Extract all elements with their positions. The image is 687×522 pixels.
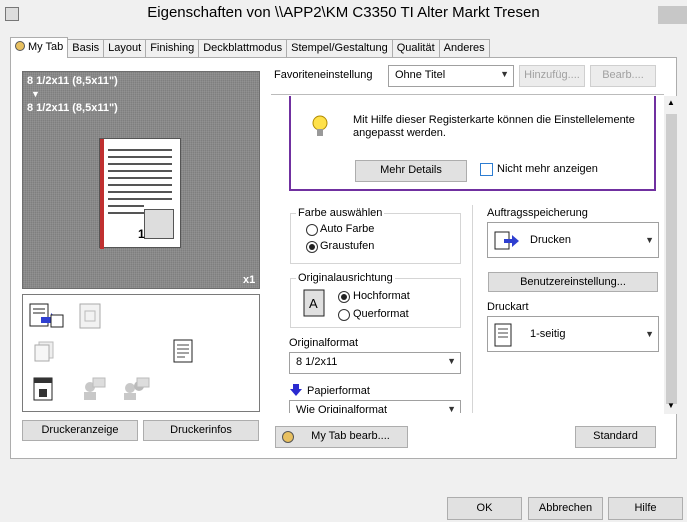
paper-size-line1: 8 1/2x11 (8,5x11") xyxy=(27,75,118,87)
info-box: Mit Hilfe dieser Registerkarte können di… xyxy=(289,96,656,191)
down-arrow-icon xyxy=(290,384,302,396)
page-preview: 8 1/2x11 (8,5x11") ▼ 8 1/2x11 (8,5x11") … xyxy=(22,71,260,289)
lightbulb-icon xyxy=(312,115,328,136)
sheet-margin-marker xyxy=(100,139,104,249)
job-storage-value: Drucken xyxy=(530,234,571,246)
original-format-label: Originalformat xyxy=(289,337,359,349)
svg-text:A: A xyxy=(309,296,318,311)
paper-format-label: Papierformat xyxy=(307,385,370,397)
printer-icons-panel xyxy=(22,294,260,412)
chevron-down-icon: ▼ xyxy=(447,404,456,413)
auto-color-label: Auto Farbe xyxy=(320,223,375,235)
tab-stempel[interactable]: Stempel/Gestaltung xyxy=(286,39,393,58)
user-setting-button[interactable]: Benutzereinstellung... xyxy=(488,272,658,292)
tab-layout[interactable]: Layout xyxy=(103,39,147,58)
window-title: Eigenschaften von \\APP2\KM C3350 TI Alt… xyxy=(147,4,540,21)
edit-favorite-button[interactable]: Bearb.... xyxy=(590,65,656,87)
orientation-group-label: Originalausrichtung xyxy=(296,272,395,284)
more-details-button[interactable]: Mehr Details xyxy=(355,160,467,182)
title-bar: Eigenschaften von \\APP2\KM C3350 TI Alt… xyxy=(0,0,687,30)
stamp-document-icon[interactable] xyxy=(33,377,55,401)
chevron-down-icon: ▼ xyxy=(645,235,654,245)
chevron-down-icon: ▼ xyxy=(645,329,654,339)
print-type-label: Druckart xyxy=(487,301,529,313)
tab-basis[interactable]: Basis xyxy=(67,39,105,58)
grayscale-label: Graustufen xyxy=(320,240,375,252)
user-icon xyxy=(282,431,294,443)
landscape-radio[interactable] xyxy=(338,309,350,321)
portrait-radio[interactable] xyxy=(338,291,350,303)
standard-button[interactable]: Standard xyxy=(575,426,656,448)
document-settings-icon[interactable] xyxy=(173,339,195,363)
tab-anderes[interactable]: Anderes xyxy=(438,39,490,58)
paper-format-select[interactable]: Wie Originalformat ▼ xyxy=(289,400,461,413)
dont-show-label: Nicht mehr anzeigen xyxy=(497,163,598,175)
tab-qualitaet[interactable]: Qualität xyxy=(391,39,440,58)
favorites-select[interactable]: Ohne Titel ▼ xyxy=(388,65,514,87)
vertical-scrollbar[interactable]: ▲ ▼ xyxy=(664,96,679,414)
dont-show-checkbox[interactable] xyxy=(480,163,493,176)
single-sided-icon xyxy=(494,323,512,347)
add-favorite-button[interactable]: Hinzufüg.... xyxy=(519,65,585,87)
tab-strip: My Tab Basis Layout Finishing Deckblattm… xyxy=(10,37,490,58)
color-group-label: Farbe auswählen xyxy=(296,207,385,219)
info-text: Mit Hilfe dieser Registerkarte können di… xyxy=(353,114,635,139)
scroll-up-icon[interactable]: ▲ xyxy=(667,98,675,107)
close-button[interactable] xyxy=(658,6,687,24)
tab-deckblattmodus[interactable]: Deckblattmodus xyxy=(198,39,288,58)
favorites-label: Favoriteneinstellung xyxy=(274,69,373,81)
cancel-button[interactable]: Abbrechen xyxy=(528,497,603,520)
user-icon xyxy=(15,41,25,51)
portrait-label: Hochformat xyxy=(353,290,410,302)
mytab-edit-button[interactable]: My Tab bearb.... xyxy=(275,426,408,448)
print-job-icon xyxy=(494,231,519,250)
portrait-document-icon: A xyxy=(303,289,325,317)
print-type-value: 1-seitig xyxy=(530,328,566,340)
job-storage-label: Auftragsspeicherung xyxy=(487,207,588,219)
grayscale-radio[interactable] xyxy=(306,241,318,253)
auto-color-radio[interactable] xyxy=(306,224,318,236)
page-layout-icon[interactable] xyxy=(79,303,101,329)
help-button[interactable]: Hilfe xyxy=(608,497,683,520)
original-format-select[interactable]: 8 1/2x11 ▼ xyxy=(289,352,461,374)
printer-info-button[interactable]: Druckerinfos xyxy=(143,420,259,441)
color-group xyxy=(290,213,461,264)
page-number: 1 xyxy=(138,227,145,241)
tab-finishing[interactable]: Finishing xyxy=(145,39,200,58)
print-type-select[interactable]: 1-seitig ▼ xyxy=(487,316,659,352)
job-storage-select[interactable]: Drucken ▼ xyxy=(487,222,659,258)
copies-count: x1 xyxy=(243,274,256,286)
paper-format-clip: Wie Originalformat ▼ xyxy=(289,400,461,413)
content-divider xyxy=(271,94,664,95)
chevron-down-icon: ▼ xyxy=(447,356,456,366)
printer-view-button[interactable]: Druckeranzeige xyxy=(22,420,138,441)
landscape-label: Querformat xyxy=(353,308,409,320)
scrollbar-thumb[interactable] xyxy=(666,114,677,404)
scroll-down-icon[interactable]: ▼ xyxy=(667,401,675,410)
paper-size-line2: 8 1/2x11 (8,5x11") xyxy=(27,102,118,114)
tab-my-tab[interactable]: My Tab xyxy=(10,37,69,58)
print-job-icon[interactable] xyxy=(29,303,64,328)
user-auth-icon[interactable] xyxy=(81,377,106,400)
chevron-down-icon: ▼ xyxy=(500,69,509,79)
column-divider xyxy=(472,205,473,413)
account-track-icon[interactable] xyxy=(121,377,150,400)
preview-sheet: 1 xyxy=(99,138,181,249)
copies-icon[interactable] xyxy=(33,341,55,363)
thumbnail-icon xyxy=(144,209,174,239)
ok-button[interactable]: OK xyxy=(447,497,522,520)
down-arrow-icon: ▼ xyxy=(31,89,40,99)
